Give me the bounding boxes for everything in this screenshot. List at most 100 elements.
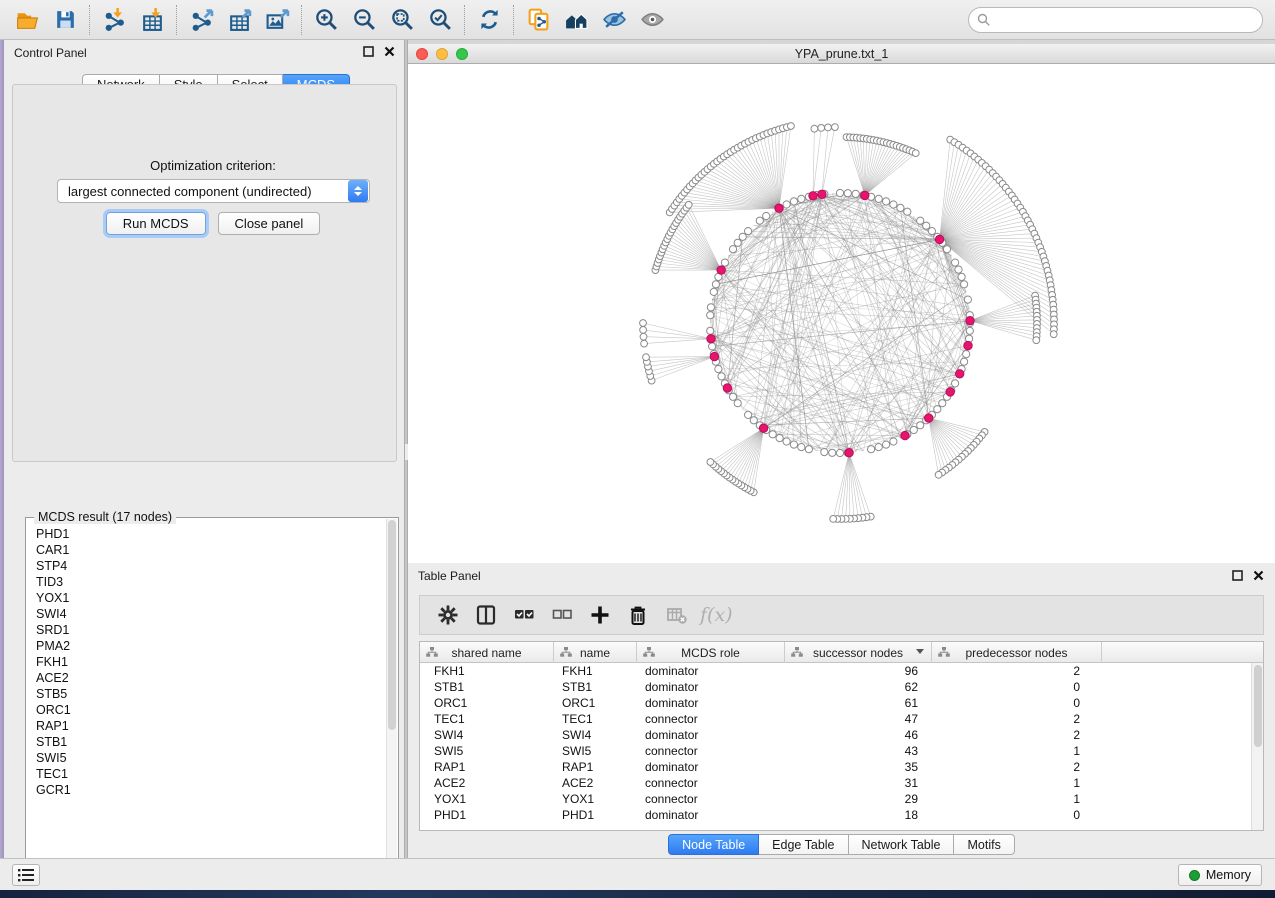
table-row[interactable]: TEC1TEC1connector472 [420, 711, 1251, 727]
run-mcds-button[interactable]: Run MCDS [106, 212, 206, 235]
cell-mcds_role[interactable]: dominator [637, 727, 785, 743]
save-session-button[interactable] [46, 4, 84, 36]
mcds-result-item[interactable]: SWI4 [27, 606, 386, 622]
float-table-panel-icon[interactable] [1231, 569, 1244, 582]
cell-successor_nodes[interactable]: 62 [785, 679, 932, 695]
column-header-successor-nodes[interactable]: successor nodes [785, 642, 932, 663]
duplicate-network-button[interactable] [519, 4, 557, 36]
cell-mcds_role[interactable]: dominator [637, 679, 785, 695]
cell-predecessor_nodes[interactable]: 2 [932, 711, 1102, 727]
cell-shared_name[interactable]: STB1 [420, 679, 554, 695]
settings-button[interactable] [434, 601, 462, 629]
export-image-button[interactable] [258, 4, 296, 36]
mcds-result-scrollbar[interactable] [386, 519, 397, 882]
table-row[interactable]: STB1STB1dominator620 [420, 679, 1251, 695]
table-row[interactable]: SWI5SWI5connector431 [420, 743, 1251, 759]
table-row[interactable]: PHD1PHD1dominator180 [420, 807, 1251, 823]
cell-successor_nodes[interactable]: 46 [785, 727, 932, 743]
cell-shared_name[interactable]: ORC1 [420, 695, 554, 711]
cell-predecessor_nodes[interactable]: 0 [932, 807, 1102, 823]
column-header-predecessor-nodes[interactable]: predecessor nodes [932, 642, 1102, 663]
export-network-button[interactable] [182, 4, 220, 36]
cell-name[interactable]: PHD1 [554, 807, 637, 823]
table-row[interactable]: ACE2ACE2connector311 [420, 775, 1251, 791]
cell-predecessor_nodes[interactable]: 0 [932, 679, 1102, 695]
memory-button[interactable]: Memory [1178, 864, 1262, 886]
mcds-result-item[interactable]: GCR1 [27, 782, 386, 798]
mcds-result-item[interactable]: TEC1 [27, 766, 386, 782]
cell-predecessor_nodes[interactable]: 2 [932, 663, 1102, 679]
zoom-fit-button[interactable] [383, 4, 421, 36]
zoom-out-button[interactable] [345, 4, 383, 36]
cell-shared_name[interactable]: RAP1 [420, 759, 554, 775]
import-table-button[interactable] [133, 4, 171, 36]
cell-name[interactable]: SWI5 [554, 743, 637, 759]
search-box[interactable] [968, 7, 1263, 33]
cell-shared_name[interactable]: PHD1 [420, 807, 554, 823]
first-neighbors-button[interactable] [557, 4, 595, 36]
cell-name[interactable]: ACE2 [554, 775, 637, 791]
mcds-result-item[interactable]: RAP1 [27, 718, 386, 734]
search-input[interactable] [991, 10, 1262, 30]
cell-name[interactable]: YOX1 [554, 791, 637, 807]
cell-shared_name[interactable]: YOX1 [420, 791, 554, 807]
column-header-MCDS-role[interactable]: MCDS role [637, 642, 785, 663]
table-row[interactable]: FKH1FKH1dominator962 [420, 663, 1251, 679]
cell-mcds_role[interactable]: dominator [637, 759, 785, 775]
cell-predecessor_nodes[interactable]: 1 [932, 775, 1102, 791]
table-row[interactable]: RAP1RAP1dominator352 [420, 759, 1251, 775]
mcds-result-item[interactable]: SWI5 [27, 750, 386, 766]
deselect-all-button[interactable] [548, 601, 576, 629]
mcds-result-item[interactable]: ACE2 [27, 670, 386, 686]
mcds-result-item[interactable]: SRD1 [27, 622, 386, 638]
columns-button[interactable] [472, 601, 500, 629]
cell-predecessor_nodes[interactable]: 2 [932, 759, 1102, 775]
cell-mcds_role[interactable]: connector [637, 743, 785, 759]
select-all-button[interactable] [510, 601, 538, 629]
table-scrollbar[interactable] [1251, 663, 1263, 830]
mcds-result-item[interactable]: STP4 [27, 558, 386, 574]
cell-name[interactable]: RAP1 [554, 759, 637, 775]
cell-mcds_role[interactable]: dominator [637, 663, 785, 679]
cell-name[interactable]: ORC1 [554, 695, 637, 711]
float-panel-icon[interactable] [362, 45, 375, 58]
cell-predecessor_nodes[interactable]: 1 [932, 791, 1102, 807]
cell-name[interactable]: SWI4 [554, 727, 637, 743]
cell-mcds_role[interactable]: dominator [637, 695, 785, 711]
close-table-panel-icon[interactable] [1252, 569, 1265, 582]
close-panel-icon[interactable] [383, 45, 396, 58]
cell-successor_nodes[interactable]: 29 [785, 791, 932, 807]
tab-motifs[interactable]: Motifs [954, 834, 1014, 855]
mcds-result-item[interactable]: PMA2 [27, 638, 386, 654]
close-panel-button[interactable]: Close panel [218, 212, 321, 235]
mcds-result-item[interactable]: STB5 [27, 686, 386, 702]
cell-shared_name[interactable]: FKH1 [420, 663, 554, 679]
export-table-button[interactable] [220, 4, 258, 36]
cell-name[interactable]: FKH1 [554, 663, 637, 679]
column-header-name[interactable]: name [554, 642, 637, 663]
mcds-result-item[interactable]: ORC1 [27, 702, 386, 718]
hide-selected-button[interactable] [595, 4, 633, 36]
show-all-button[interactable] [633, 4, 671, 36]
cell-successor_nodes[interactable]: 31 [785, 775, 932, 791]
network-canvas[interactable] [408, 64, 1275, 563]
table-row[interactable]: YOX1YOX1connector291 [420, 791, 1251, 807]
table-row[interactable]: SWI4SWI4dominator462 [420, 727, 1251, 743]
tab-edge-table[interactable]: Edge Table [759, 834, 848, 855]
tab-node-table[interactable]: Node Table [668, 834, 759, 855]
cell-mcds_role[interactable]: connector [637, 791, 785, 807]
cell-successor_nodes[interactable]: 47 [785, 711, 932, 727]
tab-network-table[interactable]: Network Table [849, 834, 955, 855]
cell-predecessor_nodes[interactable]: 0 [932, 695, 1102, 711]
cell-successor_nodes[interactable]: 18 [785, 807, 932, 823]
sort-chevron-icon[interactable] [916, 649, 924, 654]
add-column-button[interactable] [586, 601, 614, 629]
mcds-result-item[interactable]: FKH1 [27, 654, 386, 670]
cell-shared_name[interactable]: SWI4 [420, 727, 554, 743]
cell-name[interactable]: STB1 [554, 679, 637, 695]
cell-predecessor_nodes[interactable]: 2 [932, 727, 1102, 743]
cell-successor_nodes[interactable]: 35 [785, 759, 932, 775]
zoom-selected-button[interactable] [421, 4, 459, 36]
cell-mcds_role[interactable]: connector [637, 775, 785, 791]
cell-shared_name[interactable]: TEC1 [420, 711, 554, 727]
